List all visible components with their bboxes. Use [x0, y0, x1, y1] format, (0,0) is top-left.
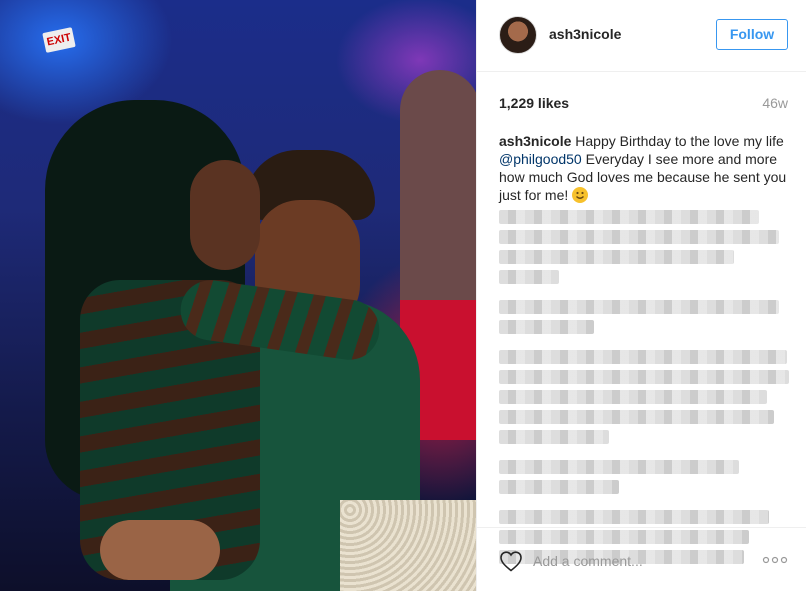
blurred-comment-line	[499, 230, 779, 244]
post-timestamp[interactable]: 46w	[762, 95, 788, 111]
blurred-comment-line	[499, 210, 759, 224]
blurred-comment-line	[499, 350, 787, 364]
exit-sign: EXIT	[42, 27, 76, 53]
blurred-comment-line	[499, 430, 609, 444]
blurred-comment-line	[499, 410, 774, 424]
comment-input[interactable]	[533, 550, 743, 572]
caption-text-1: Happy Birthday to the love my life	[571, 133, 784, 149]
post-header: ash3nicole Follow	[477, 0, 806, 72]
post-photo[interactable]: EXIT	[0, 0, 476, 591]
smile-emoji-icon	[572, 187, 589, 203]
heart-icon[interactable]	[499, 550, 523, 572]
likes-count[interactable]: 1,229 likes	[499, 95, 569, 111]
follow-button[interactable]: Follow	[716, 19, 788, 50]
blurred-comment-line	[499, 270, 559, 284]
username-link[interactable]: ash3nicole	[549, 26, 621, 42]
photo-hand	[100, 520, 220, 580]
more-options-icon[interactable]	[762, 550, 788, 570]
blurred-comment-line	[499, 370, 789, 384]
blurred-comment-line	[499, 390, 767, 404]
caption-mention-link[interactable]: @philgood50	[499, 151, 582, 167]
blurred-comments	[499, 210, 799, 570]
blurred-comment-line	[499, 460, 739, 474]
blurred-comment-line	[499, 320, 594, 334]
blurred-comment-line	[499, 480, 619, 494]
photo-lace-fabric	[340, 500, 476, 591]
photo-woman-face	[190, 160, 260, 270]
blurred-comment-line	[499, 300, 779, 314]
post-side-panel: ash3nicole Follow 1,229 likes 46w ash3ni…	[476, 0, 806, 591]
post-footer	[477, 527, 806, 591]
post-caption: ash3nicole Happy Birthday to the love my…	[499, 132, 791, 204]
blurred-comment-line	[499, 250, 734, 264]
avatar[interactable]	[499, 16, 537, 54]
caption-username[interactable]: ash3nicole	[499, 133, 571, 149]
blurred-comment-line	[499, 510, 769, 524]
